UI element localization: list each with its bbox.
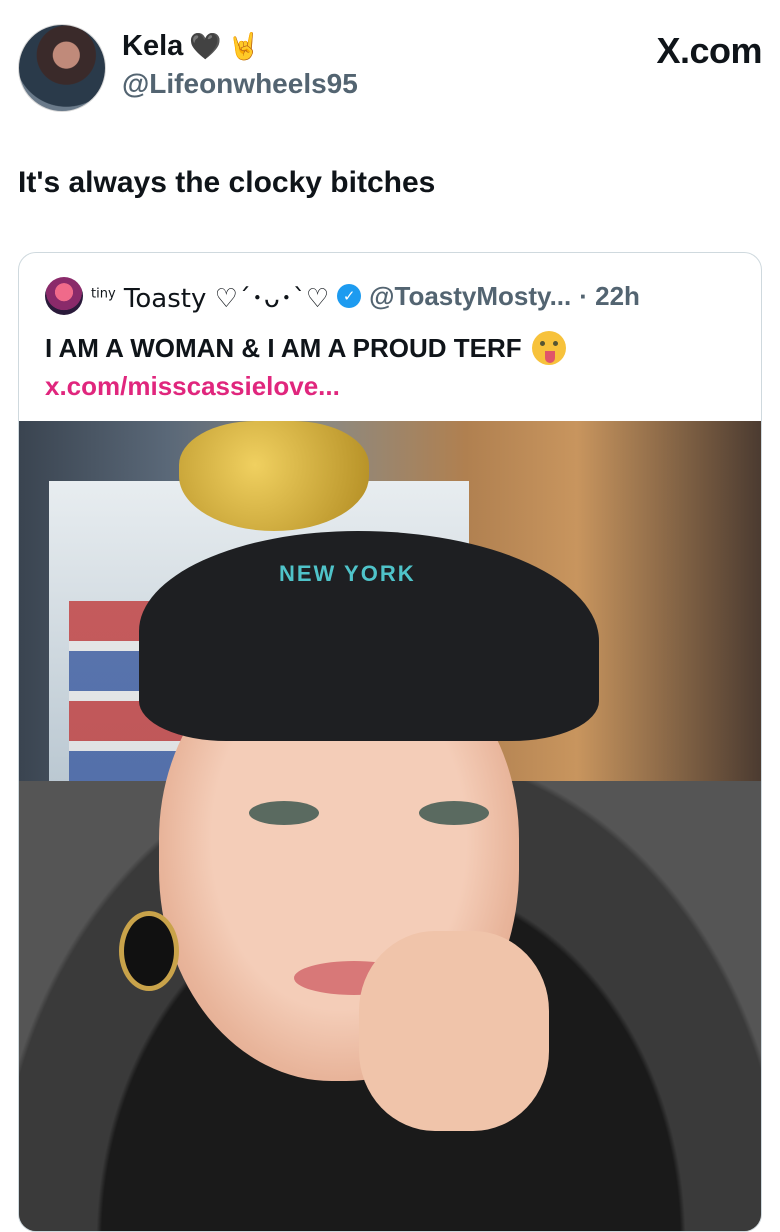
quoted-tweet-link[interactable]: x.com/misscassielove...	[45, 371, 340, 402]
black-heart-icon: 🖤	[189, 31, 222, 62]
verified-badge-icon: ✓	[337, 284, 362, 308]
photo-cap: NEW YORK	[139, 531, 599, 741]
quoted-author-name[interactable]: tiny Toasty ♡´･ᴗ･`♡	[91, 278, 329, 315]
author-avatar[interactable]	[18, 24, 106, 112]
photo-hand	[359, 931, 549, 1131]
quoted-tweet-header: tiny Toasty ♡´･ᴗ･`♡ ✓ @ToastyMosty... · …	[45, 277, 640, 315]
photo-eye-right	[419, 801, 489, 825]
quoted-tweet-card[interactable]: tiny Toasty ♡´･ᴗ･`♡ ✓ @ToastyMosty... · …	[18, 252, 762, 1232]
quoted-tweet-text-row: I AM A WOMAN & I AM A PROUD TERF	[45, 331, 566, 365]
tongue-emoji-icon	[531, 331, 566, 365]
quoted-name-text: Toasty ♡´･ᴗ･`♡	[123, 283, 330, 314]
site-label: X.com	[656, 30, 762, 71]
tweet-header: Kela 🖤 🤘 @Lifeonwheels95 X.com	[18, 24, 762, 114]
quoted-tweet-photo[interactable]: NEW YORK	[19, 421, 761, 1231]
author-handle[interactable]: @Lifeonwheels95	[122, 68, 358, 100]
quoted-tweet-time[interactable]: · 22h	[579, 281, 640, 312]
quoted-tweet-text: I AM A WOMAN & I AM A PROUD TERF	[45, 332, 522, 363]
photo-earring	[119, 911, 179, 991]
photo-balloon	[179, 421, 369, 531]
photo-eye-left	[249, 801, 319, 825]
quoted-name-prefix: tiny	[91, 285, 116, 301]
author-name[interactable]: Kela	[122, 30, 183, 63]
photo-cap-text: NEW YORK	[279, 561, 416, 586]
author-name-row: Kela 🖤 🤘	[122, 30, 260, 63]
quoted-author-avatar[interactable]	[45, 277, 83, 315]
rock-hand-icon: 🤘	[227, 31, 261, 62]
tweet-text: It's always the clocky bitches	[18, 166, 436, 199]
quoted-author-handle[interactable]: @ToastyMosty...	[369, 281, 571, 312]
